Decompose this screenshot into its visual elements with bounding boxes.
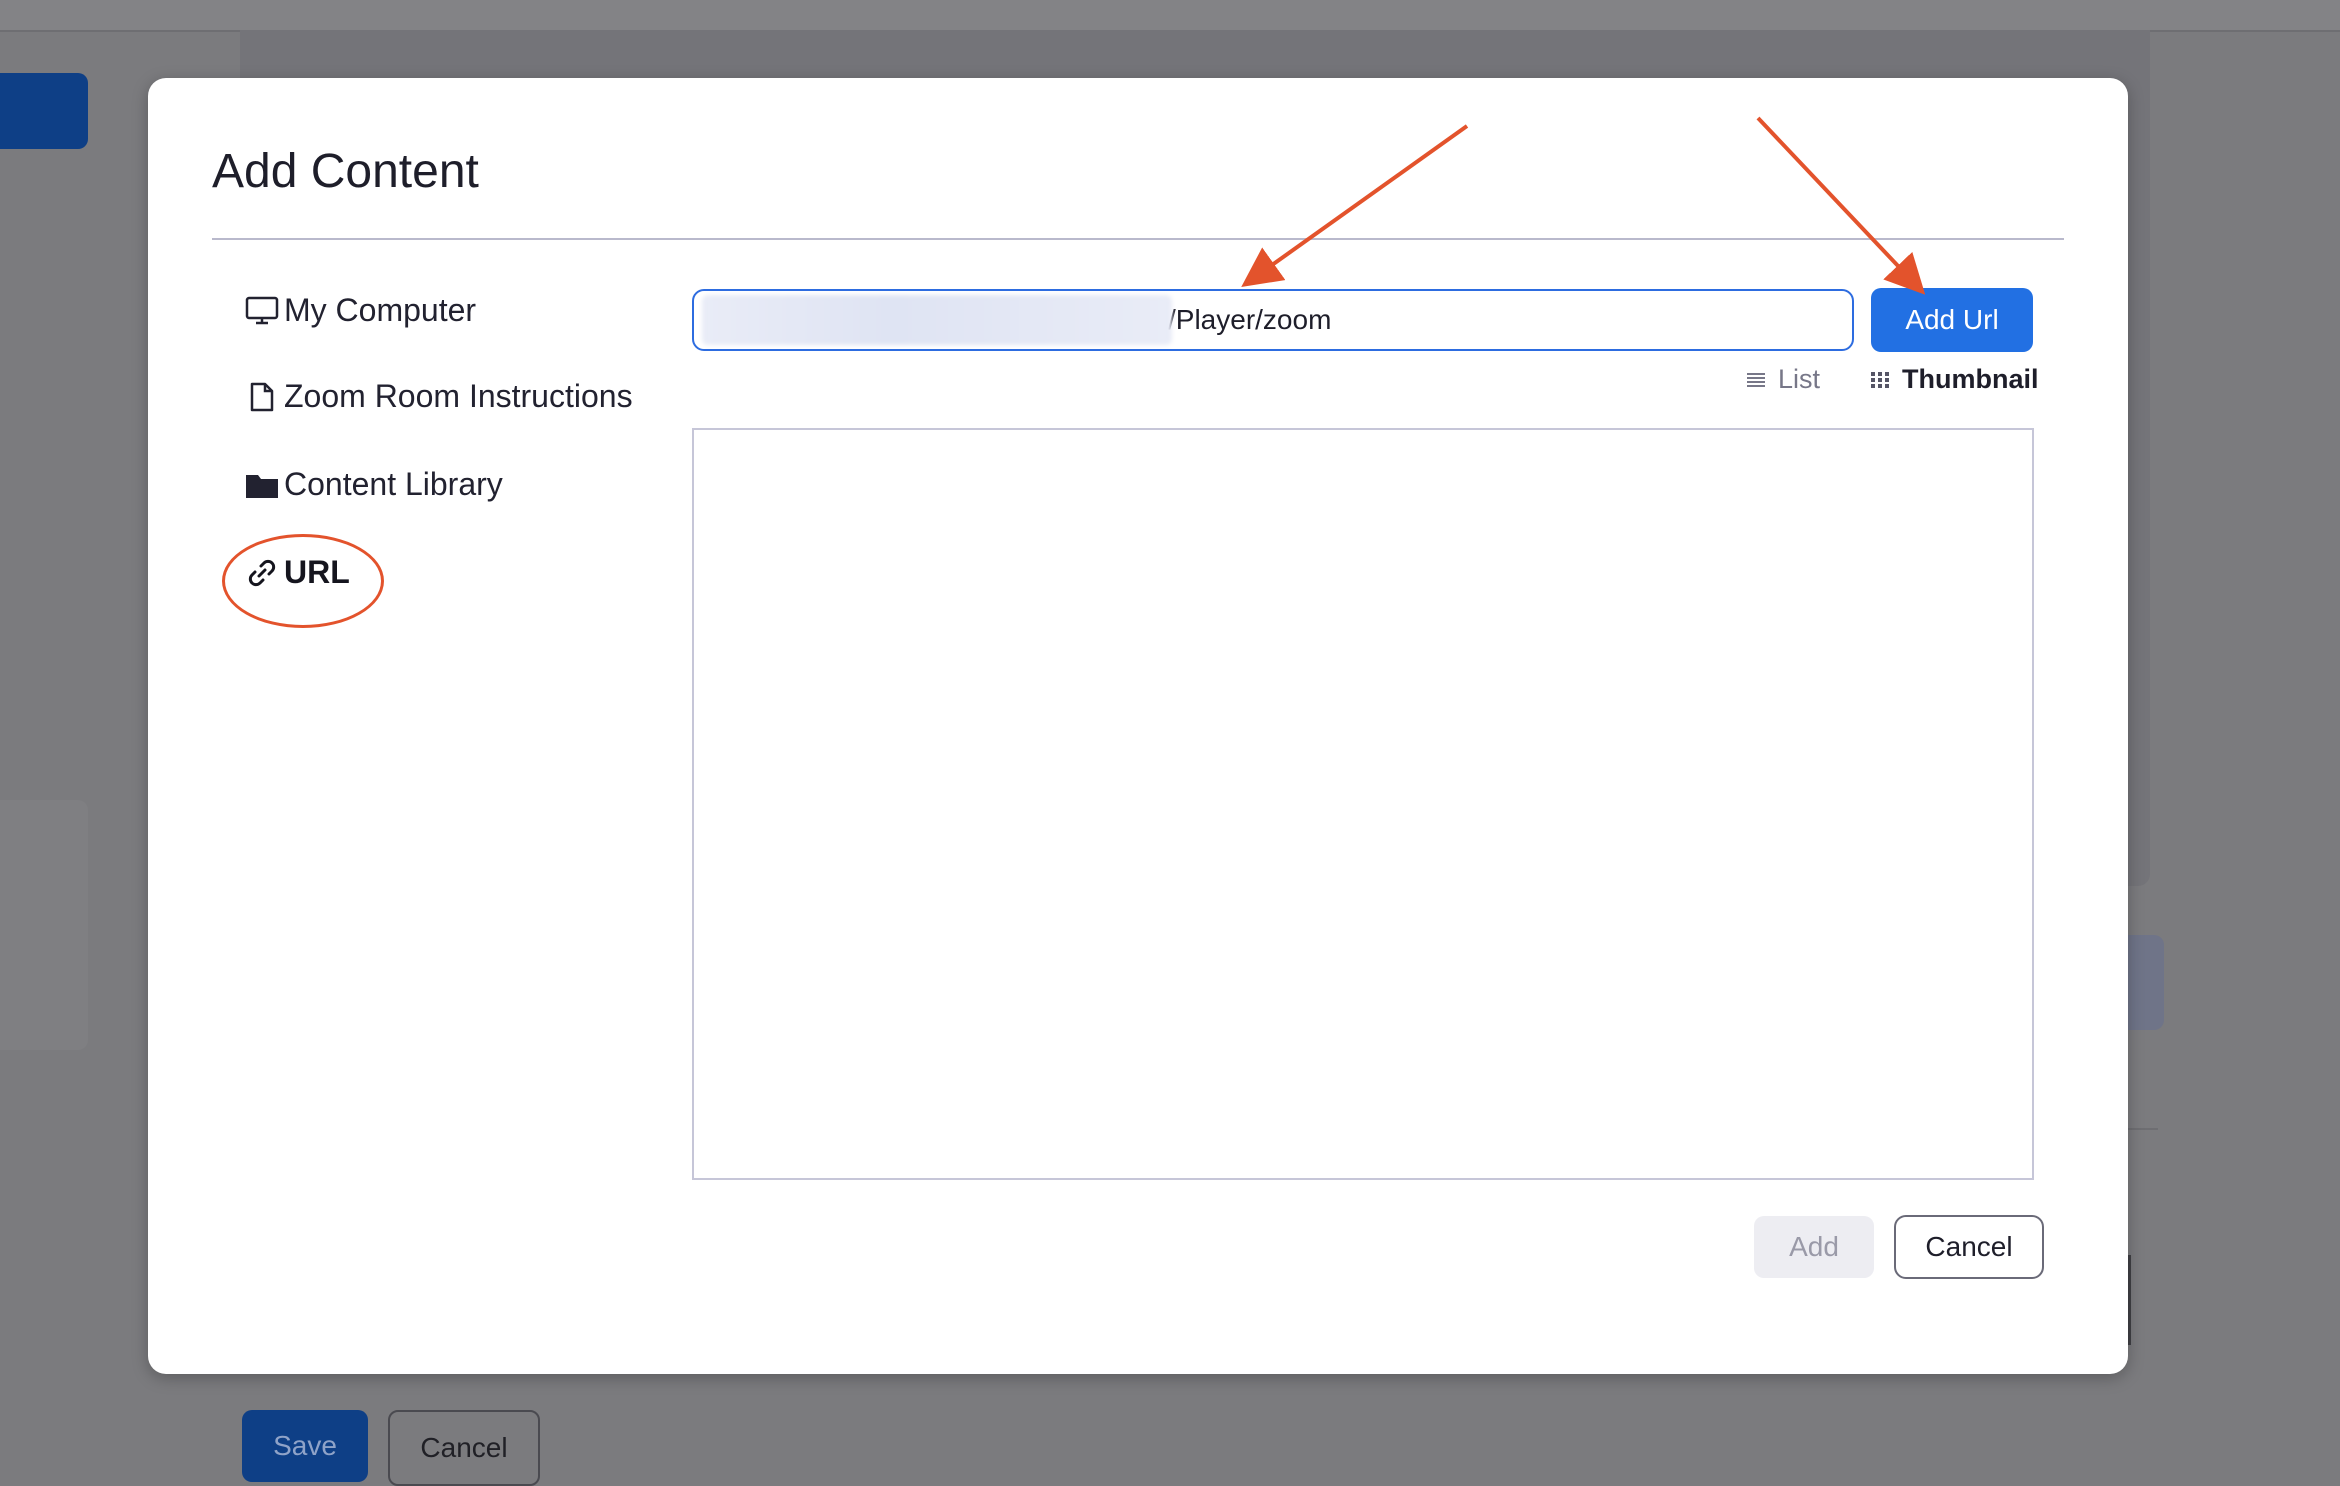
cancel-button[interactable]: Cancel (1894, 1215, 2044, 1279)
background-left-button (0, 73, 88, 149)
file-icon (244, 379, 280, 415)
nav-item-url[interactable]: URL (244, 554, 350, 591)
nav-item-zoom-room-instructions[interactable]: Zoom Room Instructions (244, 378, 633, 415)
content-preview-area (692, 428, 2034, 1180)
add-content-dialog: Add Content My Computer Zoom Room Instru… (148, 78, 2128, 1374)
url-input[interactable]: /Player/zoom (692, 289, 1854, 351)
nav-label: URL (284, 554, 350, 590)
view-list-toggle[interactable]: List (1746, 364, 1820, 395)
background-divider (2128, 1128, 2158, 1130)
background-right-edge (2128, 1255, 2131, 1345)
nav-label: Zoom Room Instructions (284, 378, 633, 414)
background-cancel-button: Cancel (388, 1410, 540, 1486)
background-left-card (0, 800, 88, 1050)
grid-icon (1870, 368, 1894, 392)
background-top-bar (0, 0, 2340, 32)
url-obscured-prefix (702, 295, 1172, 345)
add-url-button[interactable]: Add Url (1871, 288, 2033, 352)
title-divider (212, 238, 2064, 240)
view-thumbnail-toggle[interactable]: Thumbnail (1870, 364, 2039, 395)
add-button[interactable]: Add (1754, 1216, 1874, 1278)
nav-item-content-library[interactable]: Content Library (244, 466, 503, 503)
list-icon (1746, 368, 1770, 392)
background-right-card (2128, 935, 2164, 1030)
monitor-icon (244, 293, 280, 329)
link-icon (244, 555, 280, 591)
background-save-button: Save (242, 1410, 368, 1482)
dialog-title: Add Content (212, 145, 479, 198)
url-input-value: /Player/zoom (1168, 304, 1332, 335)
view-thumbnail-label: Thumbnail (1902, 364, 2039, 394)
nav-label: Content Library (284, 466, 503, 502)
nav-label: My Computer (284, 292, 477, 328)
nav-item-my-computer[interactable]: My Computer (244, 292, 476, 329)
view-list-label: List (1778, 364, 1821, 394)
folder-icon (244, 467, 280, 503)
